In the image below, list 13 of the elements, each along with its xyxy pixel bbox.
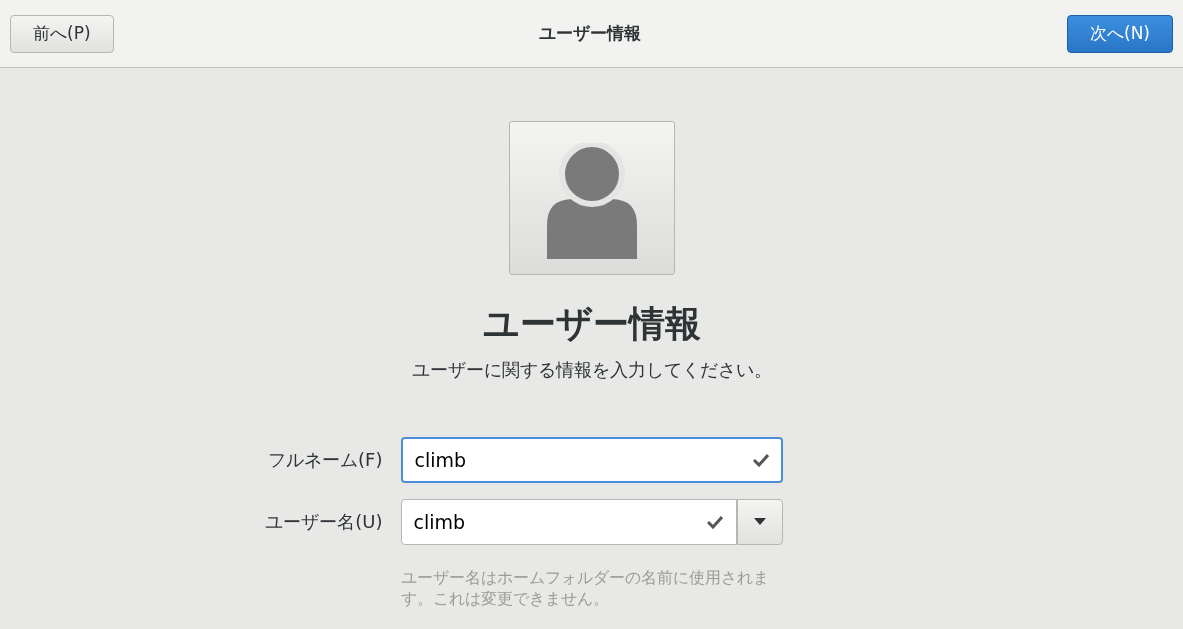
- back-button[interactable]: 前へ(P): [10, 14, 114, 53]
- person-silhouette-icon: [546, 143, 637, 259]
- next-button[interactable]: 次へ(N): [1067, 14, 1173, 53]
- input-field[interactable]: climb: [400, 436, 783, 483]
- window-title: ユーザー情報: [539, 21, 642, 45]
- page-title: ユーザー情報: [482, 302, 701, 346]
- caret-icon: [753, 518, 766, 526]
- page-subtitle: ユーザーに関する情報を入力してください。: [411, 357, 772, 382]
- input-field[interactable]: climb: [400, 498, 737, 545]
- avatar-button[interactable]: [508, 121, 675, 275]
- field-label: ユーザー名(U): [264, 510, 383, 535]
- hint-text: ユーザー名はホームフォルダーの名前に使用されます。これは変更できません。: [400, 566, 770, 610]
- field-label: フルネーム(F): [267, 448, 383, 473]
